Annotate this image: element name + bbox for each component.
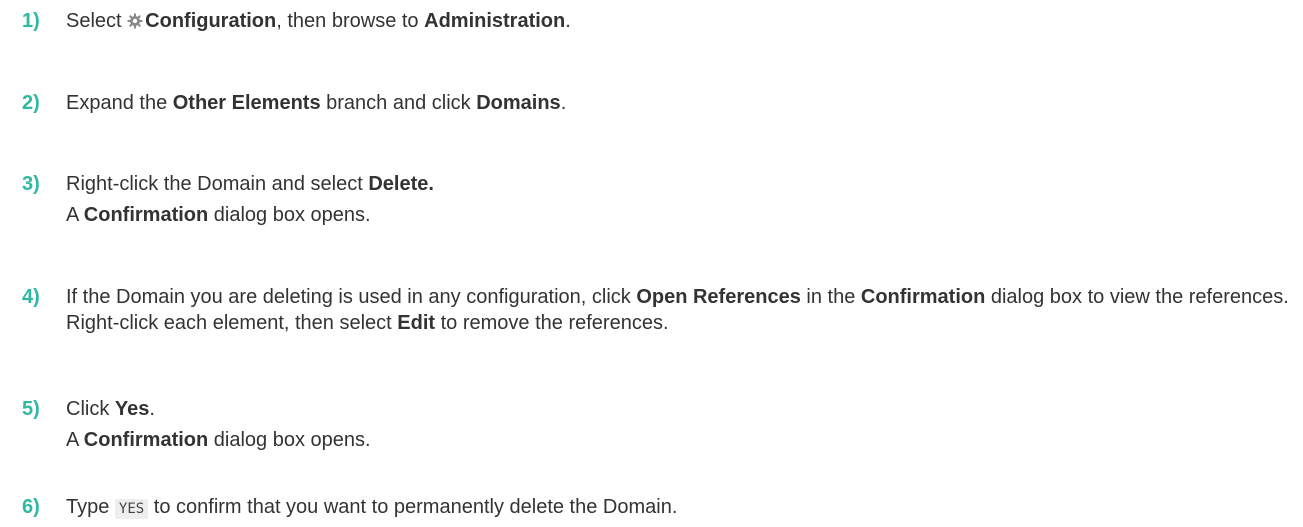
step-text: If the Domain you are deleting is used i… (66, 286, 1289, 334)
step-number: 3) (22, 173, 40, 195)
procedure-steps: 1) Select Configuration, then browse to … (0, 0, 1303, 527)
step-result: A Confirmation dialog box opens. (66, 429, 371, 451)
button-yes: Yes (114, 398, 150, 420)
step-number: 6) (22, 496, 40, 518)
step-number: 1) (22, 10, 40, 32)
node-domains: Domains (476, 92, 561, 114)
step-number: 2) (22, 92, 40, 114)
step-result: A Confirmation dialog box opens. (66, 204, 371, 226)
action-delete: Delete. (368, 173, 434, 195)
dialog-confirmation: Confirmation (83, 429, 209, 451)
step-number: 4) (22, 286, 40, 308)
dialog-confirmation: Confirmation (860, 286, 986, 308)
step-text: Right-click the Domain and select Delete… (66, 171, 1296, 228)
step-number: 5) (22, 398, 40, 420)
action-edit: Edit (397, 312, 436, 334)
step-text: Select Configuration, then browse to Adm… (66, 8, 1296, 36)
inline-code-yes: YES (114, 499, 149, 519)
step-text: Type YES to confirm that you want to per… (66, 496, 678, 519)
step-text: Click Yes. A Confirmation dialog box ope… (66, 396, 1296, 453)
menu-configuration: Configuration (145, 10, 277, 32)
step-text: Expand the Other Elements branch and cli… (66, 92, 567, 114)
gear-icon (127, 10, 143, 36)
dialog-confirmation: Confirmation (83, 204, 209, 226)
button-open-references: Open References (636, 286, 801, 308)
menu-administration: Administration (424, 10, 566, 32)
branch-other-elements: Other Elements (172, 92, 321, 114)
